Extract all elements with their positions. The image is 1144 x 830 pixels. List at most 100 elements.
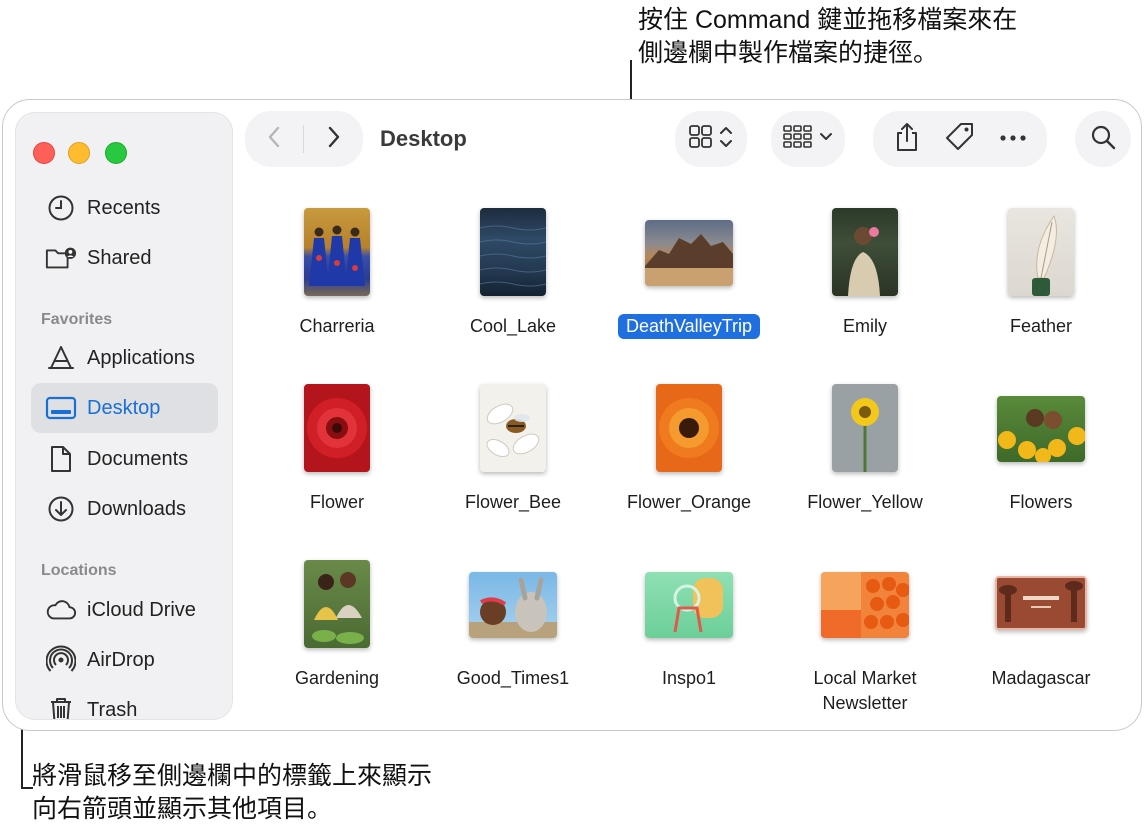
- file-name: Local Market Newsletter: [813, 668, 917, 713]
- file-name: Flower: [309, 492, 364, 512]
- file-item[interactable]: Charreria: [249, 200, 425, 350]
- file-name: Flowers: [1009, 492, 1073, 512]
- clock-icon: [45, 192, 77, 224]
- airdrop-icon: [45, 644, 77, 676]
- search-icon: [1089, 123, 1117, 156]
- locations-header[interactable]: Locations: [41, 562, 117, 580]
- file-item[interactable]: Local Market Newsletter: [777, 552, 953, 722]
- sidebar-item-airdrop[interactable]: AirDrop: [31, 635, 218, 685]
- file-thumbnail: [656, 384, 722, 472]
- minimize-button[interactable]: [68, 142, 90, 164]
- share-icon: [893, 122, 921, 157]
- sidebar-item-applications[interactable]: Applications: [31, 333, 218, 383]
- tag-icon: [944, 122, 976, 157]
- sidebar: Recents Shared Favorites Applications De…: [15, 112, 233, 720]
- sidebar-item-icloud-drive[interactable]: iCloud Drive: [31, 585, 218, 635]
- sidebar-item-label: Documents: [87, 447, 189, 470]
- trash-icon: [45, 694, 77, 719]
- file-name: Flower_Yellow: [807, 492, 923, 512]
- file-thumbnail: [995, 576, 1087, 630]
- callout-top-line1: 按住 Command 鍵並拖移檔案來在: [638, 6, 1018, 34]
- file-thumbnail: [480, 208, 546, 296]
- icon-grid-view-icon: [688, 123, 734, 156]
- file-name: Gardening: [294, 668, 380, 688]
- sidebar-item-label: Desktop: [87, 396, 161, 419]
- file-name: DeathValleyTrip: [601, 314, 777, 339]
- file-item[interactable]: Gardening: [249, 552, 425, 722]
- navigation-controls: [245, 111, 363, 167]
- nav-divider: [303, 125, 304, 153]
- file-name: Inspo1: [661, 668, 717, 688]
- file-name: Cool_Lake: [469, 316, 557, 336]
- window-title: Desktop: [380, 126, 467, 151]
- sidebar-item-label: Applications: [87, 346, 195, 369]
- file-item-selected[interactable]: DeathValleyTrip: [601, 200, 777, 350]
- file-item[interactable]: Good_Times1: [425, 552, 601, 722]
- file-name-selected: DeathValleyTrip: [617, 314, 761, 339]
- sidebar-item-label: Shared: [87, 246, 152, 269]
- sidebar-item-recents[interactable]: Recents: [31, 183, 218, 233]
- group-by-button[interactable]: [771, 111, 845, 167]
- ellipsis-icon: [999, 130, 1027, 147]
- callout-bottom-line2: 向右箭頭並顯示其他項目。: [32, 795, 333, 823]
- file-name: Good_Times1: [456, 668, 570, 688]
- chevron-right-icon: [324, 125, 342, 154]
- file-item[interactable]: Flower_Bee: [425, 376, 601, 526]
- file-thumbnail: [645, 220, 733, 286]
- action-controls: [873, 111, 1047, 167]
- file-item[interactable]: Madagascar: [953, 552, 1129, 722]
- file-item[interactable]: Flower: [249, 376, 425, 526]
- cloud-icon: [45, 594, 77, 626]
- sidebar-item-label: AirDrop: [87, 648, 155, 671]
- document-icon: [45, 443, 77, 475]
- sidebar-item-shared[interactable]: Shared: [31, 233, 218, 283]
- file-item[interactable]: Flower_Orange: [601, 376, 777, 526]
- search-button[interactable]: [1075, 111, 1131, 167]
- file-name: Charreria: [299, 316, 375, 336]
- file-name: Madagascar: [991, 668, 1091, 688]
- sidebar-item-label: Trash: [87, 698, 138, 720]
- sidebar-item-documents[interactable]: Documents: [31, 434, 218, 484]
- back-button[interactable]: [247, 111, 303, 167]
- file-name: Flower_Bee: [464, 492, 562, 512]
- file-item[interactable]: Flowers: [953, 376, 1129, 526]
- favorites-header: Favorites: [41, 311, 113, 328]
- file-thumbnail: [480, 384, 546, 472]
- file-thumbnail: [832, 208, 898, 296]
- shared-folder-icon: [45, 242, 77, 274]
- close-button[interactable]: [33, 142, 55, 164]
- sidebar-item-label: iCloud Drive: [87, 598, 196, 621]
- sidebar-item-label: Downloads: [87, 497, 186, 520]
- file-thumbnail: [304, 208, 370, 296]
- file-name: Flower_Orange: [626, 492, 752, 512]
- chevron-left-icon: [266, 125, 284, 154]
- file-thumbnail: [469, 572, 557, 638]
- group-by-icon: [782, 123, 834, 156]
- callout-bottom-line1: 將滑鼠移至側邊欄中的標籤上來顯示: [32, 762, 433, 790]
- sidebar-item-trash[interactable]: Trash: [31, 685, 218, 720]
- sidebar-item-downloads[interactable]: Downloads: [31, 484, 218, 534]
- callout-top: 按住 Command 鍵並拖移檔案來在 側邊欄中製作檔案的捷徑。: [638, 4, 1017, 70]
- callout-top-line2: 側邊欄中製作檔案的捷徑。: [638, 39, 939, 67]
- file-thumbnail: [821, 572, 909, 638]
- file-thumbnail: [304, 384, 370, 472]
- callout-bracket-bottom: [21, 787, 33, 789]
- file-item[interactable]: Cool_Lake: [425, 200, 601, 350]
- tag-button[interactable]: [944, 121, 976, 158]
- callout-bottom: 將滑鼠移至側邊欄中的標籤上來顯示 向右箭頭並顯示其他項目。: [32, 760, 432, 826]
- forward-button[interactable]: [305, 111, 361, 167]
- zoom-button[interactable]: [105, 142, 127, 164]
- share-button[interactable]: [893, 121, 921, 158]
- file-item[interactable]: Emily: [777, 200, 953, 350]
- file-item[interactable]: Flower_Yellow: [777, 376, 953, 526]
- file-item[interactable]: Feather: [953, 200, 1129, 350]
- more-button[interactable]: [999, 130, 1027, 148]
- sidebar-item-label: Recents: [87, 196, 161, 219]
- download-icon: [45, 493, 77, 525]
- view-mode-button[interactable]: [675, 111, 747, 167]
- sidebar-item-desktop[interactable]: Desktop: [31, 383, 218, 433]
- file-item[interactable]: Inspo1: [601, 552, 777, 722]
- file-thumbnail: [832, 384, 898, 472]
- file-name: Feather: [1009, 316, 1073, 336]
- desktop-icon: [45, 392, 77, 424]
